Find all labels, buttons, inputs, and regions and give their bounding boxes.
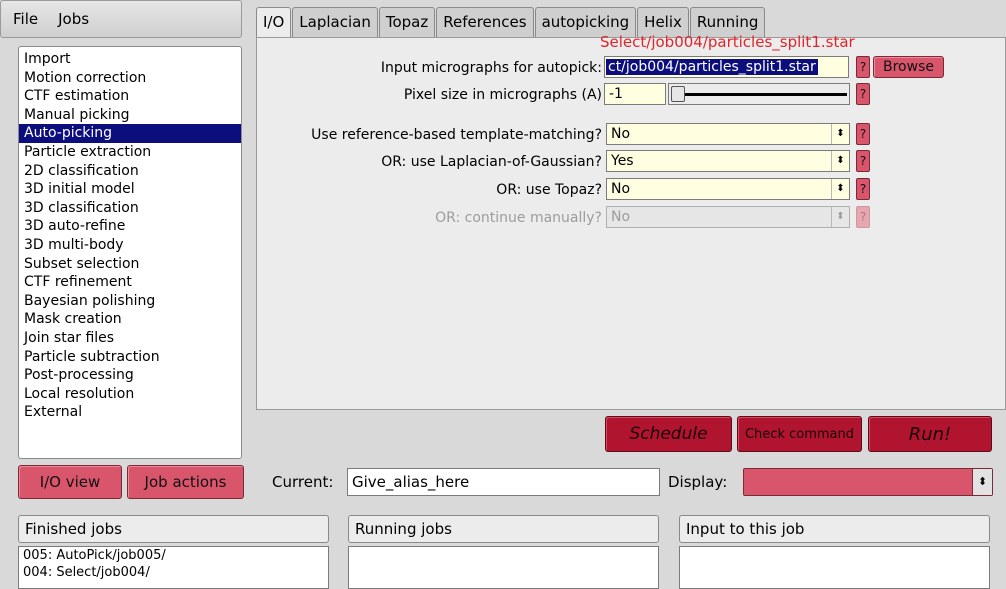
manual-help-button: ? xyxy=(856,206,870,228)
log-spin-icon: ⬍ xyxy=(831,151,849,171)
finished-job-item[interactable]: 004: Select/job004/ xyxy=(19,564,328,581)
finished-jobs-list[interactable]: 005: AutoPick/job005/004: Select/job004/ xyxy=(18,546,329,589)
job-type-item[interactable]: 3D auto-refine xyxy=(19,217,241,236)
job-type-item[interactable]: Local resolution xyxy=(19,385,241,404)
menu-jobs[interactable]: Jobs xyxy=(58,10,89,28)
filename-tooltip: Select/job004/particles_split1.star xyxy=(600,33,855,51)
input-micrographs-value: ct/job004/particles_split1.star xyxy=(606,59,818,75)
pixel-size-field[interactable]: -1 xyxy=(604,83,666,105)
job-type-item[interactable]: 3D multi-body xyxy=(19,236,241,255)
reference-value: No xyxy=(611,126,631,142)
job-type-item[interactable]: Post-processing xyxy=(19,366,241,385)
reference-label: Use reference-based template-matching? xyxy=(311,127,602,143)
job-type-item[interactable]: Join star files xyxy=(19,329,241,348)
pixel-size-slider[interactable] xyxy=(668,83,850,105)
log-help-button[interactable]: ? xyxy=(856,150,870,172)
job-type-item[interactable]: Auto-picking xyxy=(19,124,241,143)
manual-select: No ⬍ xyxy=(606,206,850,228)
input-help-button[interactable]: ? xyxy=(856,56,870,78)
browse-button[interactable]: Browse xyxy=(873,56,944,78)
topaz-spin-icon: ⬍ xyxy=(831,179,849,199)
current-alias-input[interactable]: Give_alias_here xyxy=(347,468,660,496)
running-jobs-list[interactable] xyxy=(348,546,659,589)
running-jobs-header: Running jobs xyxy=(348,515,659,543)
display-label: Display: xyxy=(668,473,728,491)
current-label: Current: xyxy=(272,473,334,491)
tab-i-o[interactable]: I/O xyxy=(256,7,292,39)
io-view-button[interactable]: I/O view xyxy=(18,465,122,499)
job-type-item[interactable]: CTF estimation xyxy=(19,87,241,106)
finished-jobs-header: Finished jobs xyxy=(18,515,329,543)
job-type-item[interactable]: Import xyxy=(19,50,241,69)
display-spin-icon: ⬍ xyxy=(972,469,992,495)
log-select[interactable]: Yes ⬍ xyxy=(606,150,850,172)
pixel-size-label: Pixel size in micrographs (A) xyxy=(403,87,602,103)
slider-track xyxy=(683,93,847,96)
job-type-item[interactable]: Manual picking xyxy=(19,106,241,125)
job-type-item[interactable]: Motion correction xyxy=(19,69,241,88)
job-type-item[interactable]: Particle subtraction xyxy=(19,348,241,367)
reference-spin-icon: ⬍ xyxy=(831,124,849,144)
job-type-item[interactable]: 3D initial model xyxy=(19,180,241,199)
run-button[interactable]: Run! xyxy=(868,416,992,452)
topaz-help-button[interactable]: ? xyxy=(856,178,870,200)
menu-bar: File Jobs xyxy=(0,0,242,38)
input-jobs-header: Input to this job xyxy=(679,515,990,543)
schedule-button[interactable]: Schedule xyxy=(605,416,732,452)
log-label: OR: use Laplacian-of-Gaussian? xyxy=(381,154,602,170)
input-micrographs-label: Input micrographs for autopick: xyxy=(380,60,602,76)
log-value: Yes xyxy=(611,153,634,169)
input-jobs-list[interactable] xyxy=(679,546,990,589)
reference-select[interactable]: No ⬍ xyxy=(606,123,850,145)
reference-help-button[interactable]: ? xyxy=(856,123,870,145)
manual-label: OR: continue manually? xyxy=(435,210,602,226)
job-type-item[interactable]: Bayesian polishing xyxy=(19,292,241,311)
job-type-item[interactable]: 2D classification xyxy=(19,162,241,181)
menu-file[interactable]: File xyxy=(13,10,38,28)
job-type-item[interactable]: 3D classification xyxy=(19,199,241,218)
tab-laplacian[interactable]: Laplacian xyxy=(292,7,378,38)
finished-job-item[interactable]: 005: AutoPick/job005/ xyxy=(19,547,328,564)
slider-handle[interactable] xyxy=(671,86,685,102)
job-type-item[interactable]: Particle extraction xyxy=(19,143,241,162)
manual-spin-icon: ⬍ xyxy=(831,207,849,227)
manual-value: No xyxy=(611,209,631,225)
topaz-label: OR: use Topaz? xyxy=(496,182,602,198)
job-type-item[interactable]: Mask creation xyxy=(19,310,241,329)
check-command-button[interactable]: Check command xyxy=(737,416,862,452)
tab-topaz[interactable]: Topaz xyxy=(378,7,436,38)
job-type-item[interactable]: Subset selection xyxy=(19,255,241,274)
pixel-help-button[interactable]: ? xyxy=(856,83,870,105)
topaz-select[interactable]: No ⬍ xyxy=(606,178,850,200)
job-type-item[interactable]: External xyxy=(19,403,241,422)
input-micrographs-field[interactable]: ct/job004/particles_split1.star xyxy=(604,56,849,78)
job-type-list[interactable]: Import Motion correction CTF estimation Man… xyxy=(18,46,242,459)
job-actions-button[interactable]: Job actions xyxy=(127,465,244,499)
job-type-item[interactable]: CTF refinement xyxy=(19,273,241,292)
display-select[interactable]: ⬍ xyxy=(743,468,993,496)
topaz-value: No xyxy=(611,181,631,197)
tab-references[interactable]: References xyxy=(436,7,534,38)
